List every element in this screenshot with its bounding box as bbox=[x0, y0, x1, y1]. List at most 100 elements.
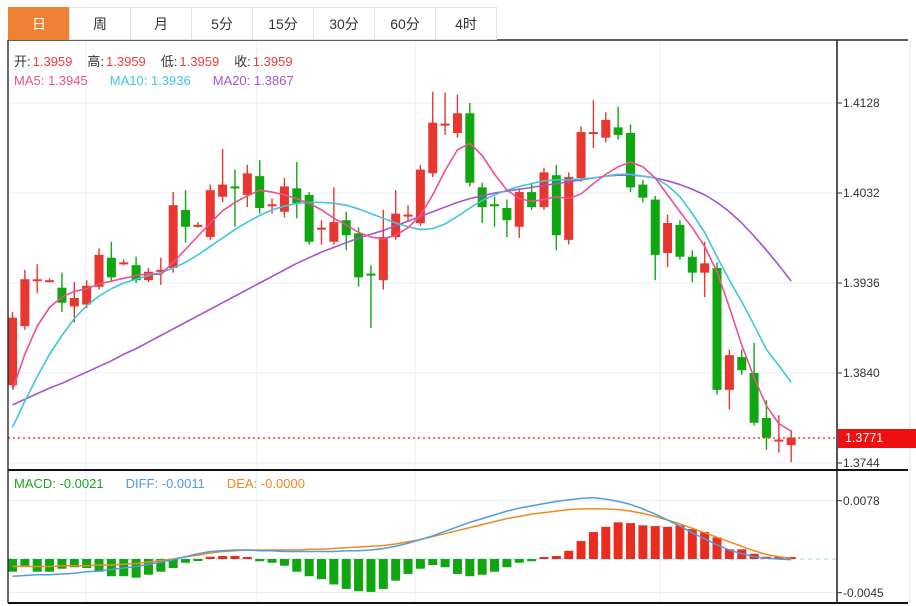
dea-value: DEA: -0.0000 bbox=[227, 476, 305, 491]
macd-bar bbox=[379, 559, 388, 589]
candle-body bbox=[750, 373, 759, 423]
candle-body bbox=[317, 228, 326, 230]
macd-tick-label: -0.0045 bbox=[843, 586, 884, 600]
macd-bar bbox=[218, 556, 227, 559]
price-tick-label: 1.3744 bbox=[843, 456, 880, 470]
diff-value: DIFF: -0.0011 bbox=[126, 476, 205, 491]
current-price-badge: 1.3771 bbox=[838, 429, 916, 448]
tab-month[interactable]: 月 bbox=[130, 7, 192, 40]
macd-bar bbox=[354, 559, 363, 591]
candle-body bbox=[725, 355, 734, 390]
ma10-value: MA10: 1.3936 bbox=[110, 73, 191, 88]
candle-body bbox=[45, 280, 54, 282]
macd-bar bbox=[82, 559, 91, 568]
macd-bar bbox=[366, 559, 375, 592]
candle-body bbox=[626, 133, 635, 187]
macd-tick-label: 0.0078 bbox=[843, 494, 880, 508]
macd-bar bbox=[713, 537, 722, 559]
macd-bar bbox=[107, 559, 116, 576]
macd-bar bbox=[305, 559, 314, 576]
candle-body bbox=[428, 123, 437, 174]
macd-bar bbox=[577, 541, 586, 559]
macd-bar bbox=[539, 557, 548, 559]
macd-bar bbox=[255, 559, 264, 561]
price-tick-label: 1.4032 bbox=[843, 186, 880, 200]
macd-bar bbox=[527, 559, 536, 561]
macd-value: MACD: -0.0021 bbox=[14, 476, 104, 491]
macd-bar bbox=[181, 559, 190, 563]
candle-body bbox=[366, 274, 375, 276]
macd-bar bbox=[589, 532, 598, 559]
candle-body bbox=[700, 263, 709, 272]
candle-body bbox=[638, 185, 647, 198]
candle-body bbox=[8, 318, 17, 386]
candlestick-chart-canvas[interactable] bbox=[0, 0, 916, 606]
candle-body bbox=[502, 208, 511, 220]
candle-body bbox=[441, 124, 450, 126]
macd-bar bbox=[663, 527, 672, 559]
candle-body bbox=[737, 357, 746, 370]
macd-bar bbox=[638, 525, 647, 559]
price-tick-label: 1.3840 bbox=[843, 366, 880, 380]
tab-4hour[interactable]: 4时 bbox=[435, 7, 497, 40]
macd-bar bbox=[465, 559, 474, 576]
candle-body bbox=[280, 186, 289, 211]
macd-bar bbox=[453, 559, 462, 574]
tab-day[interactable]: 日 bbox=[8, 7, 70, 40]
low-value: 低:1.3959 bbox=[161, 51, 219, 70]
candle-body bbox=[206, 190, 215, 237]
candle-body bbox=[663, 223, 672, 253]
candle-body bbox=[404, 215, 413, 217]
macd-bar bbox=[428, 559, 437, 565]
candle-body bbox=[601, 120, 610, 138]
macd-bar bbox=[57, 559, 66, 569]
ma20-value: MA20: 1.3867 bbox=[213, 73, 294, 88]
macd-bar bbox=[317, 559, 326, 579]
macd-bar bbox=[342, 559, 351, 589]
candle-body bbox=[119, 262, 128, 264]
dea-line bbox=[13, 509, 792, 567]
tab-week[interactable]: 周 bbox=[69, 7, 131, 40]
candle-body bbox=[268, 204, 277, 206]
macd-bar bbox=[552, 556, 561, 559]
macd-bar bbox=[391, 559, 400, 581]
macd-bar bbox=[478, 559, 487, 575]
macd-bar bbox=[404, 559, 413, 574]
ohlc-legend: 开:1.3959 高:1.3959 低:1.3959 收:1.3959 bbox=[14, 51, 293, 70]
candle-body bbox=[453, 113, 462, 133]
candle-body bbox=[20, 279, 29, 326]
tab-60min[interactable]: 60分 bbox=[374, 7, 436, 40]
macd-bar bbox=[280, 559, 289, 566]
macd-bar bbox=[206, 557, 215, 559]
macd-bar bbox=[515, 559, 524, 563]
tab-30min[interactable]: 30分 bbox=[313, 7, 375, 40]
candle-body bbox=[675, 225, 684, 257]
candle-body bbox=[292, 188, 301, 203]
macd-bar bbox=[626, 523, 635, 559]
macd-bar bbox=[502, 559, 511, 567]
macd-bar bbox=[614, 522, 623, 559]
tab-5min[interactable]: 5分 bbox=[191, 7, 253, 40]
candle-body bbox=[651, 200, 660, 255]
macd-bar bbox=[675, 525, 684, 559]
macd-bar bbox=[700, 532, 709, 559]
ma5-value: MA5: 1.3945 bbox=[14, 73, 88, 88]
candle-body bbox=[193, 225, 202, 227]
candle-body bbox=[539, 172, 548, 207]
candle-body bbox=[564, 177, 573, 240]
macd-bar bbox=[20, 559, 29, 566]
candle-body bbox=[774, 440, 783, 442]
candle-body bbox=[218, 185, 227, 197]
candle-body bbox=[230, 186, 239, 188]
candle-body bbox=[33, 279, 42, 281]
high-value: 高:1.3959 bbox=[87, 51, 145, 70]
macd-bar bbox=[45, 559, 54, 572]
ma-legend: MA5: 1.3945 MA10: 1.3936 MA20: 1.3867 bbox=[14, 73, 294, 88]
tab-15min[interactable]: 15分 bbox=[252, 7, 314, 40]
trading-chart-app: 日 周 月 5分 15分 30分 60分 4时 开:1.3959 高:1.395… bbox=[0, 0, 916, 606]
macd-bar bbox=[564, 551, 573, 559]
macd-bar bbox=[230, 556, 239, 559]
timeframe-tab-bar: 日 周 月 5分 15分 30分 60分 4时 bbox=[8, 7, 497, 40]
macd-bar bbox=[193, 559, 202, 561]
candle-body bbox=[762, 418, 771, 438]
